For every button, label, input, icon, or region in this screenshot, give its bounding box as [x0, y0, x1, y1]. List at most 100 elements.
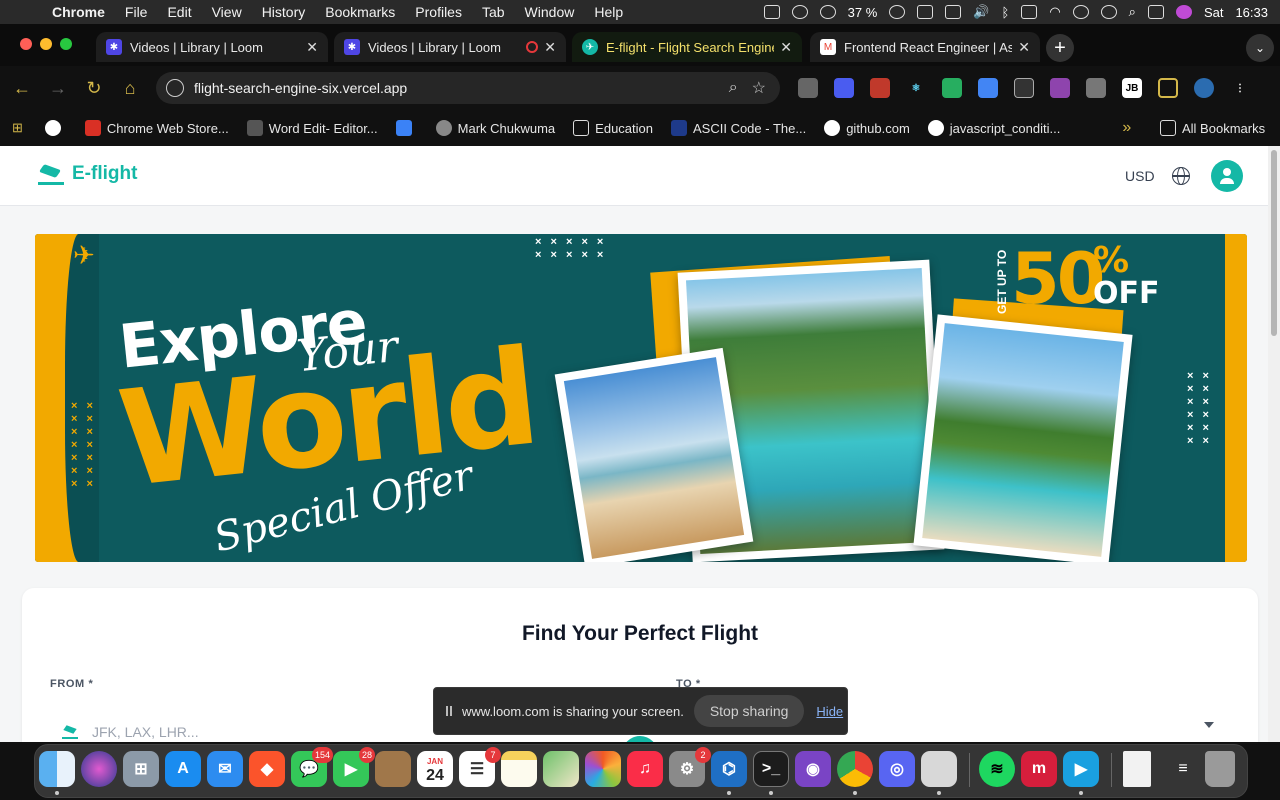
- bookmark-javascript[interactable]: javascript_conditi...: [927, 120, 1060, 136]
- facetime-icon[interactable]: ▶ 28: [333, 747, 375, 787]
- terminal-icon[interactable]: >_: [753, 751, 789, 787]
- bookmark-education[interactable]: Education: [573, 120, 653, 136]
- window-icon[interactable]: [917, 5, 934, 19]
- loom-status-icon[interactable]: [763, 5, 780, 19]
- to-dropdown-caret-icon[interactable]: [1204, 722, 1214, 728]
- react-devtools-icon[interactable]: ⚛: [906, 78, 926, 98]
- system-settings-icon[interactable]: ⚙ 2: [669, 747, 711, 787]
- menu-history[interactable]: History: [262, 4, 306, 20]
- bookmark-github[interactable]: [44, 120, 67, 136]
- globe-icon[interactable]: [1172, 167, 1190, 185]
- tab-close-icon[interactable]: ✕: [780, 39, 792, 56]
- menu-bookmarks[interactable]: Bookmarks: [325, 4, 395, 20]
- zoom-icon[interactable]: ⌕: [729, 79, 738, 97]
- reminders-icon[interactable]: ☰ 7: [459, 747, 501, 787]
- profile-icon[interactable]: [1194, 78, 1214, 98]
- tab-loom-2[interactable]: ✱ Videos | Library | Loom ✕: [334, 32, 566, 62]
- volume-icon[interactable]: 🔊: [973, 4, 989, 20]
- stack-icon[interactable]: ≡: [1165, 751, 1201, 787]
- minimize-window-button[interactable]: [40, 38, 52, 50]
- bookmark-star-icon[interactable]: ☆: [752, 78, 766, 98]
- launchpad-icon[interactable]: ⊞: [123, 751, 159, 787]
- bookmarks-overflow-chevron-icon[interactable]: »: [1122, 119, 1131, 137]
- control-center-icon[interactable]: [1147, 5, 1164, 19]
- camera-icon[interactable]: [1086, 78, 1106, 98]
- zoom-window-button[interactable]: [60, 38, 72, 50]
- notes-icon[interactable]: [501, 751, 537, 787]
- menu-file[interactable]: File: [125, 4, 148, 20]
- maps-icon[interactable]: [543, 751, 579, 787]
- bluetooth-icon[interactable]: ᛒ: [1002, 5, 1010, 20]
- contacts-icon[interactable]: [375, 751, 411, 787]
- finder-icon[interactable]: [39, 751, 75, 787]
- site-info-icon[interactable]: [166, 79, 184, 97]
- music-icon[interactable]: ♫: [627, 751, 663, 787]
- messages-icon[interactable]: 💬 154: [291, 747, 333, 787]
- mail-icon[interactable]: ✉: [207, 751, 243, 787]
- all-bookmarks[interactable]: All Bookmarks: [1160, 120, 1265, 136]
- bookmark-word-edit[interactable]: Word Edit- Editor...: [246, 120, 378, 136]
- cloud-check-icon[interactable]: [791, 5, 808, 19]
- bookmark-mark-chukwuma[interactable]: Mark Chukwuma: [435, 120, 555, 136]
- discord-icon[interactable]: ◎: [879, 751, 915, 787]
- keyboard-icon[interactable]: [1021, 5, 1038, 19]
- calendar-icon[interactable]: JAN 24: [417, 751, 453, 787]
- menu-view[interactable]: View: [212, 4, 242, 20]
- translate-icon[interactable]: [978, 78, 998, 98]
- new-tab-button[interactable]: +: [1046, 34, 1074, 62]
- currency-selector[interactable]: USD: [1125, 168, 1155, 184]
- tab-close-icon[interactable]: ✕: [306, 39, 318, 56]
- extensions-puzzle-icon[interactable]: [1158, 78, 1178, 98]
- play-icon[interactable]: [889, 5, 906, 19]
- menu-window[interactable]: Window: [525, 4, 575, 20]
- photos-icon[interactable]: [585, 751, 621, 787]
- menu-tab[interactable]: Tab: [482, 4, 505, 20]
- siri-icon[interactable]: [81, 751, 117, 787]
- address-bar[interactable]: flight-search-engine-six.vercel.app ⌕ ☆: [156, 72, 780, 104]
- back-button[interactable]: ←: [4, 78, 40, 99]
- url-text[interactable]: flight-search-engine-six.vercel.app: [194, 80, 729, 96]
- tab-close-icon[interactable]: ✕: [544, 39, 556, 56]
- preview-icon[interactable]: [921, 751, 957, 787]
- close-window-button[interactable]: [20, 38, 32, 50]
- battery-ring-icon[interactable]: [819, 5, 836, 19]
- tab-close-icon[interactable]: ✕: [1018, 39, 1030, 56]
- extension-7-icon[interactable]: [1014, 78, 1034, 98]
- user-icon[interactable]: [1072, 5, 1089, 19]
- menu-help[interactable]: Help: [594, 4, 623, 20]
- extension-5-icon[interactable]: [942, 78, 962, 98]
- menu-app-name[interactable]: Chrome: [52, 4, 105, 20]
- bookmark-brave[interactable]: [395, 120, 418, 136]
- tab-eflight[interactable]: ✈ E-flight - Flight Search Engine ✕: [572, 32, 802, 62]
- app-store-icon[interactable]: A: [165, 751, 201, 787]
- extension-2-icon[interactable]: [834, 78, 854, 98]
- menu-edit[interactable]: Edit: [167, 4, 191, 20]
- stop-sharing-button[interactable]: Stop sharing: [693, 695, 805, 727]
- site-logo[interactable]: E-flight: [38, 163, 137, 185]
- mendeley-icon[interactable]: m: [1021, 751, 1057, 787]
- chrome-icon[interactable]: [837, 751, 873, 787]
- brave-icon[interactable]: ◆: [249, 751, 285, 787]
- apps-grid-icon[interactable]: ⊞: [12, 120, 23, 136]
- tab-gmail[interactable]: M Frontend React Engineer | As ✕: [810, 32, 1040, 62]
- siri-icon[interactable]: [1175, 5, 1192, 19]
- tab-loom-1[interactable]: ✱ Videos | Library | Loom ✕: [96, 32, 328, 62]
- more-menu-icon[interactable]: ⋮: [1230, 78, 1250, 98]
- home-button[interactable]: ⌂: [112, 78, 148, 99]
- bookmark-chrome-store[interactable]: Chrome Web Store...: [84, 120, 229, 136]
- wifi-icon[interactable]: ◠: [1049, 4, 1060, 20]
- reload-button[interactable]: ↻: [76, 78, 112, 99]
- extension-1-icon[interactable]: [798, 78, 818, 98]
- drag-handle-icon[interactable]: [446, 706, 452, 716]
- bookmark-ascii[interactable]: ASCII Code - The...: [671, 120, 806, 136]
- menu-profiles[interactable]: Profiles: [415, 4, 462, 20]
- time-machine-icon[interactable]: [1100, 5, 1117, 19]
- vscode-icon[interactable]: ⌬: [711, 751, 747, 787]
- screen-recorder-icon[interactable]: ▶: [1063, 751, 1099, 787]
- bookmark-github-com[interactable]: github.com: [824, 120, 910, 136]
- extension-8-icon[interactable]: [1050, 78, 1070, 98]
- spotify-icon[interactable]: ≋: [979, 751, 1015, 787]
- spotlight-icon[interactable]: ⌕: [1129, 4, 1136, 20]
- extension-3-icon[interactable]: [870, 78, 890, 98]
- forward-button[interactable]: →: [40, 78, 76, 99]
